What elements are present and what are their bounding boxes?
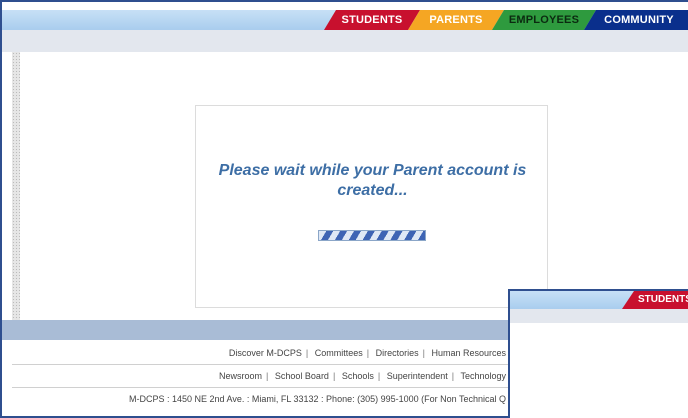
- footer-link-committees[interactable]: Committees: [315, 348, 363, 358]
- tab-community[interactable]: COMMUNITY: [584, 10, 688, 30]
- tab-parents[interactable]: PARENTS: [408, 10, 504, 30]
- footer-links-row-1: Discover M-DCPS | Committees | Directories…: [228, 348, 506, 358]
- footer-divider: [12, 387, 512, 388]
- footer-link-discover[interactable]: Discover M-DCPS: [229, 348, 302, 358]
- footer-link-directories[interactable]: Directories: [376, 348, 419, 358]
- overlay-sub-nav-bar: [510, 309, 688, 323]
- tab-employees[interactable]: EMPLOYEES: [492, 10, 596, 30]
- progress-bar: [318, 230, 426, 241]
- footer-links-row-2: Newsroom | School Board | Schools | Superin…: [219, 371, 506, 381]
- footer-link-school-board[interactable]: School Board: [275, 371, 329, 381]
- footer-link-newsroom[interactable]: Newsroom: [219, 371, 262, 381]
- main-content: Please wait while your Parent account is…: [12, 52, 688, 320]
- footer-link-human-resources[interactable]: Human Resources: [431, 348, 506, 358]
- footer-link-schools[interactable]: Schools: [342, 371, 374, 381]
- loading-card: Please wait while your Parent account is…: [195, 105, 548, 308]
- sub-nav-bar: [2, 30, 688, 52]
- wait-message: Please wait while your Parent account is…: [218, 162, 527, 199]
- footer-link-technology[interactable]: Technology: [460, 371, 506, 381]
- tab-students[interactable]: STUDENTS: [324, 10, 420, 30]
- footer-address: M-DCPS : 1450 NE 2nd Ave. : Miami, FL 33…: [128, 394, 506, 404]
- footer-divider: [12, 364, 512, 365]
- overlay-window: STUDENTS: [508, 289, 688, 418]
- footer-link-superintendent[interactable]: Superintendent: [387, 371, 448, 381]
